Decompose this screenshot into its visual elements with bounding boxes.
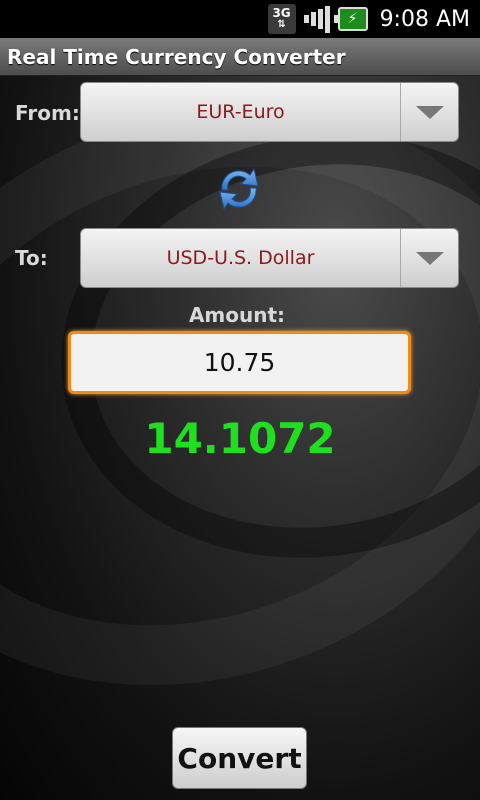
to-label: To: (15, 246, 48, 270)
app-title: Real Time Currency Converter (7, 44, 346, 69)
signal-strength-icon (303, 5, 330, 33)
swap-currencies-icon[interactable] (210, 162, 268, 216)
from-label: From: (15, 101, 80, 125)
amount-label: Amount: (188, 303, 286, 327)
from-dropdown-toggle[interactable] (400, 83, 458, 141)
from-currency-spinner[interactable]: EUR-Euro (80, 82, 459, 142)
status-clock: 9:08 AM (379, 6, 470, 32)
battery-charging-icon: ⚡ (333, 7, 368, 31)
to-dropdown-toggle[interactable] (400, 229, 458, 287)
from-currency-value: EUR-Euro (196, 101, 285, 123)
conversion-result: 14.1072 (144, 414, 336, 463)
title-bar: Real Time Currency Converter (0, 38, 480, 76)
to-currency-spinner[interactable]: USD-U.S. Dollar (80, 228, 459, 288)
convert-button[interactable]: Convert (172, 727, 307, 789)
status-bar: 3G ⇅ ⚡ 9:08 AM (0, 0, 480, 38)
amount-input[interactable]: 10.75 (68, 331, 411, 394)
chevron-down-icon (415, 251, 444, 265)
network-label: 3G (272, 6, 291, 20)
to-currency-value: USD-U.S. Dollar (166, 247, 315, 269)
chevron-down-icon (415, 105, 444, 119)
network-3g-icon: 3G ⇅ (267, 4, 296, 34)
